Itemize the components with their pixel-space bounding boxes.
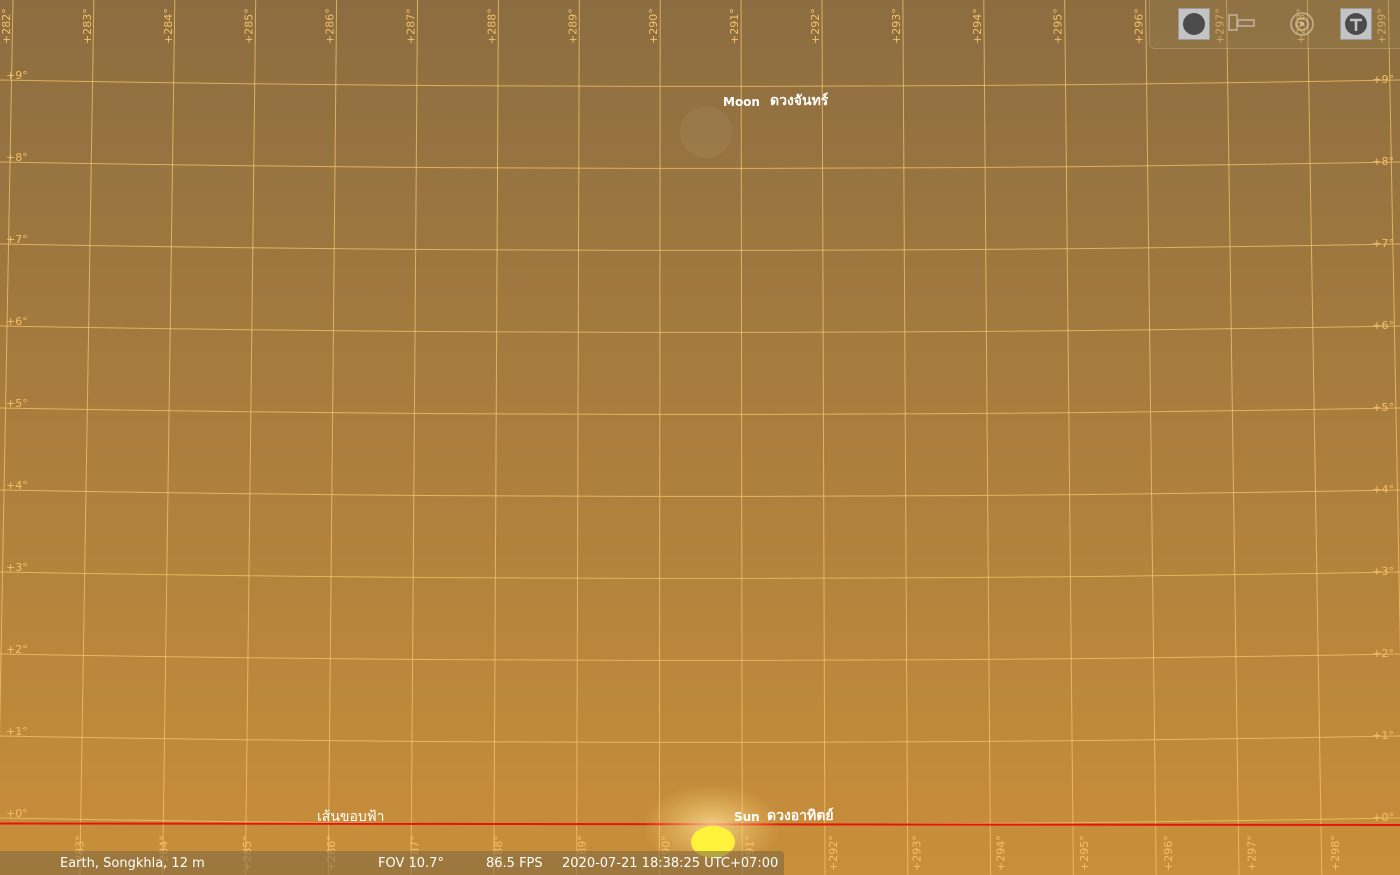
wrench-icon[interactable] bbox=[1340, 8, 1372, 40]
horizon-label: เส้นขอบฟ้า bbox=[317, 809, 385, 825]
azimuth-label-top: +286° bbox=[324, 8, 337, 44]
altitude-label-left: +1° bbox=[6, 725, 28, 738]
toolbar bbox=[1149, 0, 1400, 49]
azimuth-label-bottom: +298° bbox=[1329, 835, 1342, 871]
altitude-label-left: +4° bbox=[6, 479, 28, 492]
altitude-label-right: +7° bbox=[1372, 237, 1394, 250]
altitude-label-left: +8° bbox=[6, 151, 28, 164]
azimuth-label-top: +285° bbox=[243, 8, 256, 44]
altitude-label-right: +5° bbox=[1372, 401, 1394, 414]
fps-readout: 86.5 FPS bbox=[486, 856, 543, 871]
altitude-label-right: +9° bbox=[1372, 73, 1394, 86]
azimuth-label-bottom: +297° bbox=[1246, 835, 1259, 871]
target-icon[interactable] bbox=[1286, 8, 1318, 40]
altitude-label-left: +5° bbox=[6, 397, 28, 410]
altitude-label-left: +0° bbox=[6, 807, 28, 820]
azimuth-label-top: +282° bbox=[0, 8, 13, 44]
altitude-label-right: +0° bbox=[1372, 811, 1394, 824]
altitude-label-right: +1° bbox=[1372, 729, 1394, 742]
altitude-label-left: +3° bbox=[6, 561, 28, 574]
altitude-label-left: +7° bbox=[6, 233, 28, 246]
azimuth-label-top: +290° bbox=[647, 8, 660, 44]
fov-readout: FOV 10.7° bbox=[378, 856, 444, 871]
azimuth-label-bottom: +295° bbox=[1078, 835, 1091, 871]
altitude-label-right: +3° bbox=[1372, 565, 1394, 578]
azimuth-label-bottom: +296° bbox=[1162, 835, 1175, 871]
altitude-label-right: +2° bbox=[1372, 647, 1394, 660]
sun-label-th: ดวงอาทิตย์ bbox=[767, 807, 834, 824]
altitude-label-left: +2° bbox=[6, 643, 28, 656]
datetime-readout[interactable]: 2020-07-21 18:38:25 UTC+07:00 bbox=[562, 856, 778, 871]
location-readout[interactable]: Earth, Songkhla, 12 m bbox=[60, 856, 205, 871]
azimuth-label-top: +293° bbox=[890, 8, 903, 44]
azimuth-label-top: +296° bbox=[1133, 8, 1146, 44]
sun-label-en: Sun bbox=[734, 810, 760, 824]
azimuth-label-top: +292° bbox=[809, 8, 822, 44]
azimuth-label-top: +284° bbox=[162, 8, 175, 44]
planet-disk-icon[interactable] bbox=[1178, 8, 1210, 40]
azimuth-label-top: +295° bbox=[1052, 8, 1065, 44]
altitude-label-right: +6° bbox=[1372, 319, 1394, 332]
status-bar: Earth, Songkhla, 12 m FOV 10.7° 86.5 FPS… bbox=[0, 851, 784, 875]
azimuth-label-top: +294° bbox=[971, 8, 984, 44]
azimuth-label-top: +288° bbox=[485, 8, 498, 44]
azimuth-label-top: +287° bbox=[405, 8, 418, 44]
altitude-label-right: +4° bbox=[1372, 483, 1394, 496]
azimuth-label-top: +283° bbox=[81, 8, 94, 44]
telescope-icon[interactable] bbox=[1226, 8, 1258, 40]
azimuth-label-bottom: +294° bbox=[994, 835, 1007, 871]
altitude-label-left: +6° bbox=[6, 315, 28, 328]
sky-view[interactable]: +282°+282°+283°+283°+284°+284°+285°+285°… bbox=[0, 0, 1400, 875]
azimuth-label-bottom: +292° bbox=[827, 835, 840, 871]
altitude-label-left: +9° bbox=[6, 69, 28, 82]
altitude-label-right: +8° bbox=[1372, 155, 1394, 168]
moon-label-th: ดวงจันทร์ bbox=[770, 92, 829, 109]
azimuth-label-top: +291° bbox=[728, 8, 741, 44]
azimuth-label-top: +289° bbox=[566, 8, 579, 44]
azimuth-label-bottom: +293° bbox=[911, 835, 924, 871]
moon-disk[interactable] bbox=[680, 106, 732, 158]
moon-label-en: Moon bbox=[723, 95, 760, 109]
